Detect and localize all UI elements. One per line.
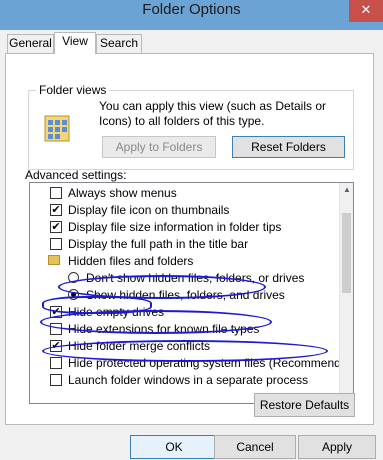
list-item[interactable]: Launch folder windows in a separate proc… xyxy=(30,372,340,388)
radio-unselected[interactable] xyxy=(68,272,79,283)
close-icon: ✕ xyxy=(360,2,372,17)
list-item[interactable]: Show hidden files, folders, and drives xyxy=(30,287,340,303)
close-button[interactable]: ✕ xyxy=(349,0,383,22)
list-item[interactable]: Display the full path in the title bar xyxy=(30,236,340,252)
folder-icon xyxy=(48,255,60,265)
reset-folders-button[interactable]: Reset Folders xyxy=(232,136,345,158)
checkbox-unchecked[interactable] xyxy=(50,374,62,386)
list-item-folder: Hidden files and folders xyxy=(30,253,340,269)
tab-view[interactable]: View xyxy=(54,32,96,54)
apply-to-folders-button[interactable]: Apply to Folders xyxy=(102,136,216,158)
list-item[interactable]: ✔ Hide empty drives xyxy=(30,304,340,320)
list-item[interactable]: Hide protected operating system files (R… xyxy=(30,355,353,371)
title-bar: Folder Options ✕ xyxy=(0,0,383,30)
list-scrollbar[interactable]: ▲ ▼ xyxy=(339,183,353,403)
checkbox-unchecked[interactable] xyxy=(50,357,62,369)
dialog-body: General View Search Folder views You can… xyxy=(0,30,383,460)
list-item[interactable]: ✔ Hide folder merge conflicts xyxy=(30,338,340,354)
checkbox-checked[interactable]: ✔ xyxy=(50,204,62,216)
scroll-thumb[interactable] xyxy=(342,213,351,293)
tab-general[interactable]: General xyxy=(7,34,54,53)
folder-views-icon xyxy=(44,115,70,142)
ok-button[interactable]: OK xyxy=(130,435,218,459)
window-title: Folder Options xyxy=(142,1,241,18)
list-item[interactable]: Don't show hidden files, folders, or dri… xyxy=(30,270,340,286)
list-item[interactable]: Always show menus xyxy=(30,185,340,201)
tab-search[interactable]: Search xyxy=(96,34,142,53)
list-item[interactable]: ✔ Display file size information in folde… xyxy=(30,219,340,235)
list-item[interactable]: ✔ Display file icon on thumbnails xyxy=(30,202,340,218)
advanced-settings-list[interactable]: Always show menus ✔ Display file icon on… xyxy=(29,182,354,404)
list-item[interactable]: Hide extensions for known file types xyxy=(30,321,340,337)
cancel-button[interactable]: Cancel xyxy=(214,435,296,459)
folder-views-legend: Folder views xyxy=(36,83,110,97)
advanced-settings-label: Advanced settings: xyxy=(25,168,127,182)
scroll-up-arrow-icon[interactable]: ▲ xyxy=(340,183,353,197)
checkbox-unchecked[interactable] xyxy=(50,238,62,250)
radio-selected[interactable] xyxy=(68,289,79,300)
checkbox-unchecked[interactable] xyxy=(50,323,62,335)
restore-defaults-button[interactable]: Restore Defaults xyxy=(254,393,355,417)
folder-views-description: You can apply this view (such as Details… xyxy=(99,99,327,128)
checkbox-checked[interactable]: ✔ xyxy=(50,221,62,233)
checkbox-checked[interactable]: ✔ xyxy=(50,306,62,318)
checkbox-unchecked[interactable] xyxy=(50,187,62,199)
apply-button[interactable]: Apply xyxy=(298,435,376,459)
checkbox-checked[interactable]: ✔ xyxy=(50,340,62,352)
folder-views-group: Folder views You can apply this view (su… xyxy=(28,83,354,170)
